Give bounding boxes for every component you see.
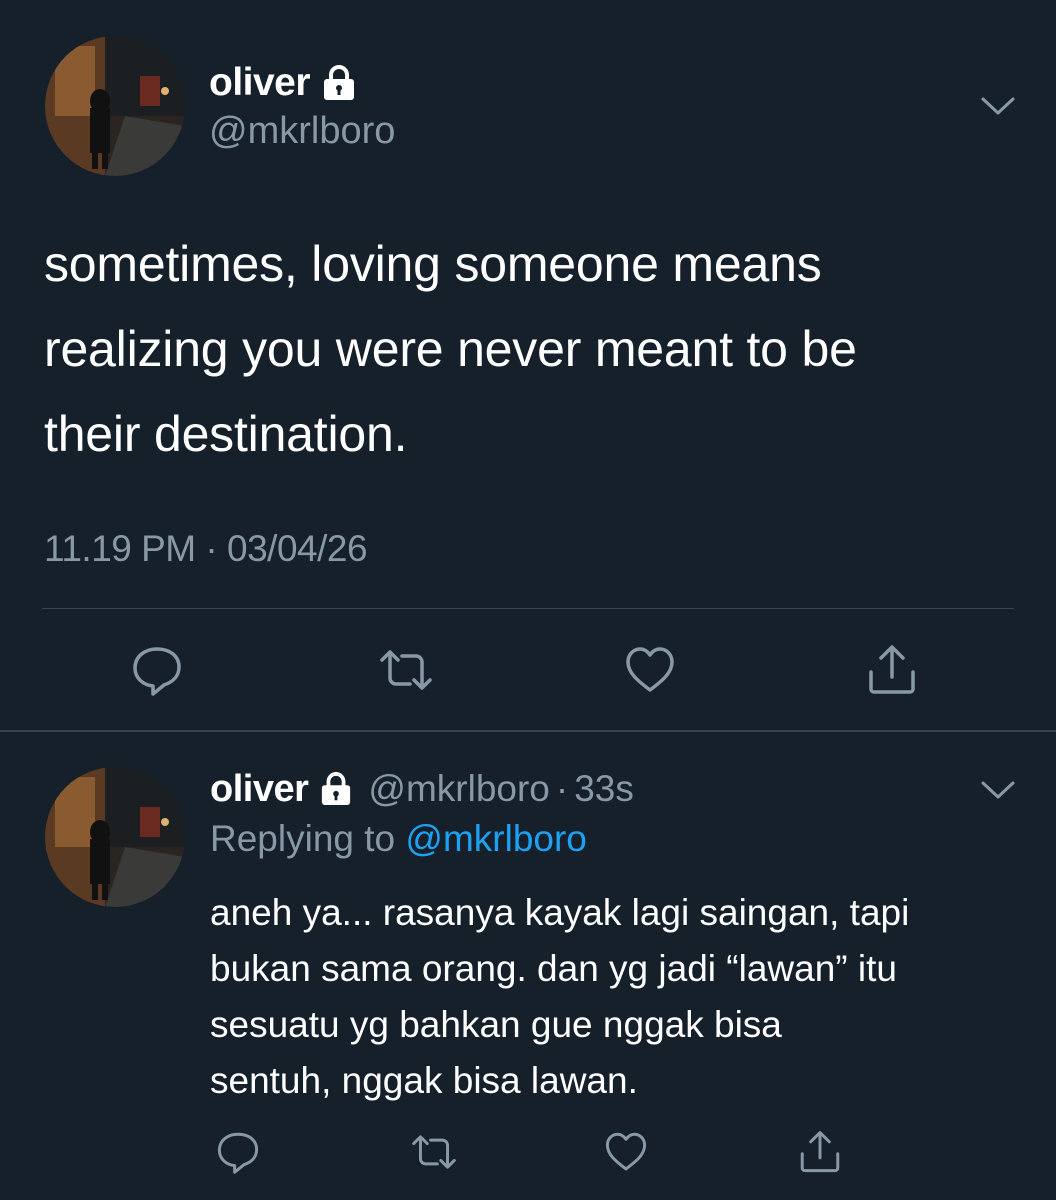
- reply-action-bar: [0, 1122, 1056, 1178]
- lock-icon: [322, 65, 356, 101]
- reply-button[interactable]: [127, 640, 187, 700]
- author-name-row: oliver: [209, 57, 356, 109]
- reply-button[interactable]: [208, 1122, 268, 1182]
- tweet-separator: [0, 730, 1056, 732]
- reply-text-line: aneh ya... rasanya kayak lagi saingan, t…: [210, 892, 910, 933]
- reply-text: aneh ya... rasanya kayak lagi saingan, t…: [210, 885, 1040, 1109]
- share-icon: [869, 645, 915, 694]
- retweet-icon: [380, 650, 432, 690]
- reply-text-line: sentuh, nggak bisa lawan.: [210, 1060, 638, 1101]
- like-icon: [626, 647, 674, 692]
- reply-icon: [217, 1132, 259, 1174]
- tweet-text: sometimes, loving someone means realizin…: [44, 222, 1024, 477]
- share-icon: [800, 1131, 840, 1173]
- reply-icon: [133, 647, 181, 696]
- reply-text-line: bukan sama orang. dan yg jadi “lawan” it…: [210, 948, 897, 989]
- avatar[interactable]: [45, 767, 185, 907]
- like-button[interactable]: [596, 1122, 656, 1182]
- author-display-name[interactable]: oliver: [210, 768, 309, 811]
- author-handle[interactable]: @mkrlboro: [368, 768, 549, 810]
- divider: [42, 608, 1014, 609]
- tweet-text-line: their destination.: [44, 406, 408, 462]
- avatar[interactable]: [45, 36, 185, 176]
- avatar-photo: [45, 36, 185, 176]
- lock-icon: [320, 772, 352, 806]
- avatar-photo: [45, 767, 185, 907]
- reply-text-line: sesuatu yg bahkan gue nggak bisa: [210, 1004, 782, 1045]
- author-display-name[interactable]: oliver: [209, 61, 311, 105]
- tweet-text-line: realizing you were never meant to be: [44, 321, 857, 377]
- chevron-down-icon[interactable]: [980, 778, 1016, 802]
- tweet-action-bar: [0, 640, 1056, 700]
- tweet-timestamp[interactable]: 11.19 PM · 03/04/26: [44, 528, 368, 570]
- reply-time[interactable]: 33s: [574, 768, 634, 810]
- separator-dot: ·: [555, 768, 569, 809]
- retweet-button[interactable]: [404, 1122, 464, 1182]
- share-button[interactable]: [862, 640, 922, 700]
- retweet-icon: [412, 1135, 456, 1169]
- author-handle[interactable]: @mkrlboro: [209, 110, 395, 153]
- reply-header: oliver @mkrlboro · 33s: [210, 765, 634, 813]
- replying-to-mention[interactable]: @mkrlboro: [405, 818, 586, 859]
- replying-to: Replying to @mkrlboro: [210, 818, 587, 860]
- share-button[interactable]: [790, 1122, 850, 1182]
- replying-to-label: Replying to: [210, 818, 406, 859]
- main-tweet: oliver @mkrlboro sometimes, loving someo…: [0, 0, 1056, 730]
- like-button[interactable]: [620, 640, 680, 700]
- tweet-thread: oliver @mkrlboro sometimes, loving someo…: [0, 0, 1056, 1200]
- retweet-button[interactable]: [376, 640, 436, 700]
- chevron-down-icon[interactable]: [980, 94, 1016, 118]
- tweet-text-line: sometimes, loving someone means: [44, 236, 822, 292]
- like-icon: [605, 1132, 647, 1171]
